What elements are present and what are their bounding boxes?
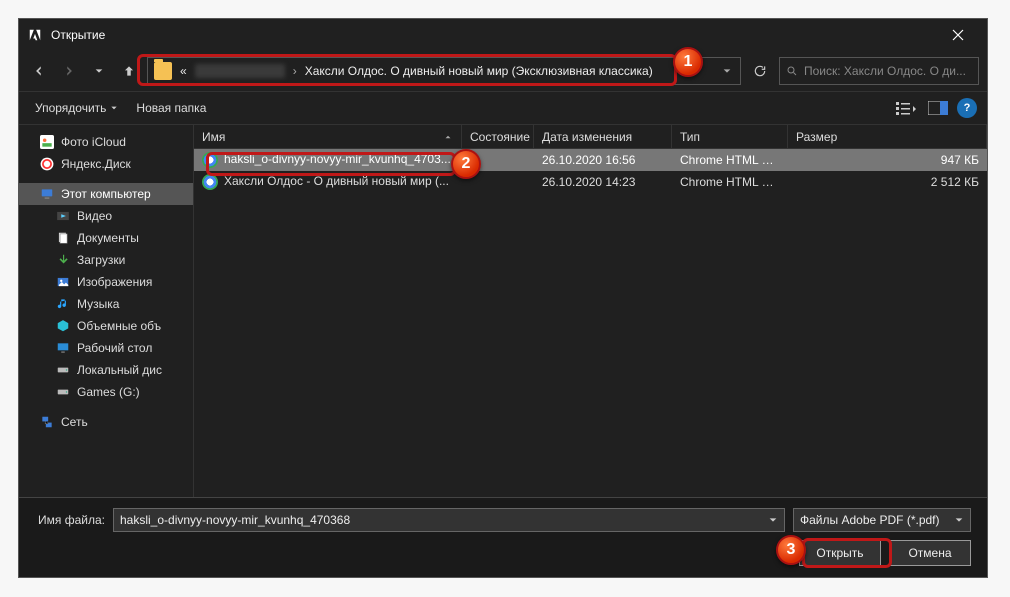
sidebar-item-local-disk[interactable]: Локальный дис [19, 359, 193, 381]
preview-pane-button[interactable] [925, 98, 951, 118]
col-size[interactable]: Размер [788, 125, 987, 148]
col-type[interactable]: Тип [672, 125, 788, 148]
col-name[interactable]: Имя [194, 125, 462, 148]
file-row[interactable]: Хаксли Олдос - О дивный новый мир (... 2… [194, 171, 987, 193]
video-icon [55, 208, 71, 224]
sidebar-item-3d[interactable]: Объемные объ [19, 315, 193, 337]
search-icon [786, 65, 798, 77]
refresh-button[interactable] [747, 58, 773, 84]
disk-icon [55, 384, 71, 400]
open-dialog: 1 2 3 Открытие « › Хаксли Олдос. О [18, 18, 988, 578]
adobe-icon [27, 27, 43, 43]
breadcrumb-current: Хаксли Олдос. О дивный новый мир (Эксклю… [305, 64, 653, 78]
pictures-icon [55, 274, 71, 290]
breadcrumb-sep: › [293, 64, 297, 78]
titlebar: Открытие [19, 19, 987, 51]
breadcrumb-chevron[interactable] [718, 62, 736, 80]
network-icon [39, 414, 55, 430]
col-state[interactable]: Состояние [462, 125, 534, 148]
nav-row: « › Хаксли Олдос. О дивный новый мир (Эк… [19, 51, 987, 91]
new-folder-button[interactable]: Новая папка [130, 99, 212, 117]
file-list: Имя Состояние Дата изменения Тип Размер … [194, 125, 987, 497]
sort-icon [443, 132, 453, 142]
pc-icon [39, 186, 55, 202]
callout-2: 2 [451, 149, 481, 179]
sidebar-item-this-pc[interactable]: Этот компьютер [19, 183, 193, 205]
sidebar-item-documents[interactable]: Документы [19, 227, 193, 249]
sidebar: Фото iCloud Яндекс.Диск Этот компьютер В… [19, 125, 194, 497]
objects-3d-icon [55, 318, 71, 334]
downloads-icon [55, 252, 71, 268]
icloud-icon [39, 134, 55, 150]
chrome-icon [202, 152, 218, 168]
column-headers[interactable]: Имя Состояние Дата изменения Тип Размер [194, 125, 987, 149]
breadcrumb[interactable]: « › Хаксли Олдос. О дивный новый мир (Эк… [147, 57, 741, 85]
desktop-icon [55, 340, 71, 356]
filetype-select[interactable]: Файлы Adobe PDF (*.pdf) [793, 508, 971, 532]
forward-button[interactable] [57, 59, 81, 83]
yandex-icon [39, 156, 55, 172]
open-button[interactable]: Открыть [799, 540, 881, 566]
col-date[interactable]: Дата изменения [534, 125, 672, 148]
documents-icon [55, 230, 71, 246]
sidebar-item-games[interactable]: Games (G:) [19, 381, 193, 403]
filetype-dropdown[interactable] [950, 511, 968, 529]
breadcrumb-prefix: « [180, 64, 187, 78]
search-input[interactable]: Поиск: Хаксли Олдос. О ди... [779, 57, 979, 85]
sidebar-item-downloads[interactable]: Загрузки [19, 249, 193, 271]
recent-dropdown[interactable] [87, 59, 111, 83]
sidebar-item-desktop[interactable]: Рабочий стол [19, 337, 193, 359]
sidebar-item-videos[interactable]: Видео [19, 205, 193, 227]
breadcrumb-hidden [195, 64, 285, 78]
chrome-icon [202, 174, 218, 190]
organize-button[interactable]: Упорядочить [29, 99, 124, 117]
disk-icon [55, 362, 71, 378]
sidebar-item-pictures[interactable]: Изображения [19, 271, 193, 293]
search-placeholder: Поиск: Хаксли Олдос. О ди... [804, 64, 966, 78]
sidebar-item-yandex[interactable]: Яндекс.Диск [19, 153, 193, 175]
filename-input[interactable]: haksli_o-divnyy-novyy-mir_kvunhq_470368 [113, 508, 785, 532]
filename-label: Имя файла: [35, 513, 105, 527]
view-options-button[interactable] [893, 98, 919, 118]
up-button[interactable] [117, 59, 141, 83]
folder-icon [154, 62, 172, 80]
sidebar-item-network[interactable]: Сеть [19, 411, 193, 433]
callout-1: 1 [673, 47, 703, 77]
help-button[interactable]: ? [957, 98, 977, 118]
sidebar-item-music[interactable]: Музыка [19, 293, 193, 315]
music-icon [55, 296, 71, 312]
footer: Имя файла: haksli_o-divnyy-novyy-mir_kvu… [19, 497, 987, 577]
file-row[interactable]: haksli_o-divnyy-novyy-mir_kvunhq_4703...… [194, 149, 987, 171]
filename-dropdown[interactable] [764, 511, 782, 529]
sidebar-item-icloud[interactable]: Фото iCloud [19, 131, 193, 153]
toolbar: Упорядочить Новая папка ? [19, 91, 987, 125]
callout-3: 3 [776, 535, 806, 565]
cancel-button[interactable]: Отмена [889, 540, 971, 566]
back-button[interactable] [27, 59, 51, 83]
close-button[interactable] [937, 21, 979, 49]
window-title: Открытие [51, 28, 937, 42]
